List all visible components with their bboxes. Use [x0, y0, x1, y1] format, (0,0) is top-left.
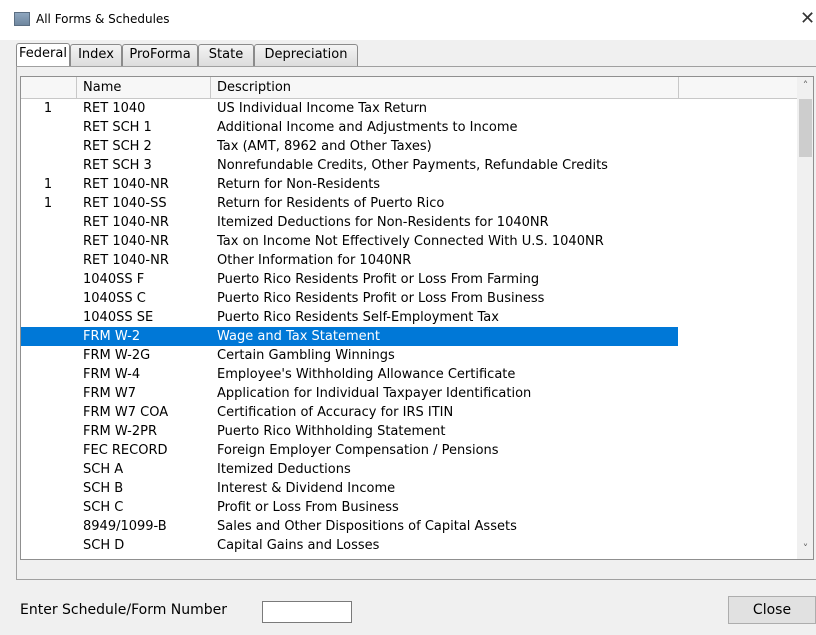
row-name-cell: SCH D: [83, 538, 125, 553]
row-description-cell: Itemized Deductions: [217, 462, 351, 477]
form-number-input[interactable]: [262, 601, 352, 623]
row-name-cell: RET SCH 2: [83, 139, 152, 154]
row-name-cell: FRM W-2: [83, 329, 141, 344]
table-row[interactable]: RET SCH 2 Tax (AMT, 8962 and Other Taxes): [21, 137, 678, 156]
row-description-cell: Puerto Rico Residents Self-Employment Ta…: [217, 310, 499, 325]
table-row[interactable]: 1040SS SE Puerto Rico Residents Self-Empl…: [21, 308, 678, 327]
window-title: All Forms & Schedules: [36, 12, 170, 26]
vertical-scrollbar[interactable]: ˄ ˅: [797, 77, 813, 559]
row-description-cell: Nonrefundable Credits, Other Payments, R…: [217, 158, 608, 173]
row-number-cell: 1: [43, 196, 53, 211]
row-description-cell: US Individual Income Tax Return: [217, 101, 428, 116]
row-name-cell: FRM W7 COA: [83, 405, 169, 420]
row-name-cell: RET 1040-NR: [83, 215, 169, 230]
tab-index[interactable]: Index: [70, 44, 122, 66]
tab-state[interactable]: State: [198, 44, 254, 66]
table-row[interactable]: RET 1040-NR Other Information for 1040NR: [21, 251, 678, 270]
row-name-cell: FEC RECORD: [83, 443, 168, 458]
title-bar: All Forms & Schedules ✕: [0, 0, 816, 40]
row-name-cell: RET 1040-NR: [83, 177, 169, 192]
row-description-cell: Employee's Withholding Allowance Certifi…: [217, 367, 516, 382]
tab-depreciation[interactable]: Depreciation: [254, 44, 358, 66]
row-name-cell: SCH C: [83, 500, 124, 515]
table-header: Name Description: [21, 77, 797, 99]
row-description-cell: Additional Income and Adjustments to Inc…: [217, 120, 518, 135]
table-row[interactable]: 1040SS F Puerto Rico Residents Profit or …: [21, 270, 678, 289]
table-row[interactable]: RET SCH 1 Additional Income and Adjustmen…: [21, 118, 678, 137]
row-name-cell: RET 1040-SS: [83, 196, 167, 211]
table-row[interactable]: RET 1040-NR Itemized Deductions for Non-R…: [21, 213, 678, 232]
row-description-cell: Wage and Tax Statement: [217, 329, 380, 344]
row-name-cell: FRM W-2G: [83, 348, 151, 363]
table-body: 1 RET 1040 US Individual Income Tax Return…: [21, 99, 797, 555]
table-row[interactable]: 8949/1099-B Sales and Other Dispositions …: [21, 517, 678, 536]
table-row[interactable]: FRM W-2G Certain Gambling Winnings: [21, 346, 678, 365]
scroll-up-icon[interactable]: ˄: [797, 77, 813, 94]
row-name-cell: RET SCH 1: [83, 120, 152, 135]
app-window-icon: [14, 12, 30, 26]
tab-federal[interactable]: Federal: [16, 43, 70, 67]
forms-table: Name Description 1 RET 1040 US Individual …: [20, 76, 814, 560]
table-row[interactable]: SCH C Profit or Loss From Business: [21, 498, 678, 517]
table-row[interactable]: SCH D Capital Gains and Losses: [21, 536, 678, 555]
tab-proforma[interactable]: ProForma: [122, 44, 198, 66]
row-name-cell: 1040SS SE: [83, 310, 154, 325]
table-row[interactable]: FRM W-2 Wage and Tax Statement: [21, 327, 678, 346]
table-row[interactable]: SCH A Itemized Deductions: [21, 460, 678, 479]
table-row[interactable]: 1 RET 1040-NR Return for Non-Residents: [21, 175, 678, 194]
row-description-cell: Puerto Rico Withholding Statement: [217, 424, 446, 439]
table-row[interactable]: 1040SS C Puerto Rico Residents Profit or …: [21, 289, 678, 308]
scrollbar-thumb[interactable]: [799, 99, 812, 157]
row-description-cell: Application for Individual Taxpayer Iden…: [217, 386, 532, 401]
row-name-cell: FRM W-2PR: [83, 424, 158, 439]
row-description-cell: Itemized Deductions for Non-Residents fo…: [217, 215, 549, 230]
row-description-cell: Interest & Dividend Income: [217, 481, 396, 496]
table-row[interactable]: RET 1040-NR Tax on Income Not Effectively…: [21, 232, 678, 251]
table-row[interactable]: FRM W7 COA Certification of Accuracy for …: [21, 403, 678, 422]
scroll-down-icon[interactable]: ˅: [797, 540, 813, 557]
row-description-cell: Return for Non-Residents: [217, 177, 381, 192]
row-description-cell: Puerto Rico Residents Profit or Loss Fro…: [217, 291, 545, 306]
row-description-cell: Capital Gains and Losses: [217, 538, 380, 553]
row-description-cell: Certain Gambling Winnings: [217, 348, 395, 363]
table-row[interactable]: FEC RECORD Foreign Employer Compensation …: [21, 441, 678, 460]
row-description-cell: Return for Residents of Puerto Rico: [217, 196, 445, 211]
row-name-cell: 8949/1099-B: [83, 519, 167, 534]
table-row[interactable]: FRM W7 Application for Individual Taxpaye…: [21, 384, 678, 403]
row-name-cell: FRM W7: [83, 386, 136, 401]
table-row[interactable]: 1 RET 1040-SS Return for Residents of Puer…: [21, 194, 678, 213]
column-header-filler: [679, 77, 797, 98]
row-description-cell: Foreign Employer Compensation / Pensions: [217, 443, 499, 458]
table-row[interactable]: FRM W-4 Employee's Withholding Allowance …: [21, 365, 678, 384]
row-description-cell: Sales and Other Dispositions of Capital …: [217, 519, 517, 534]
row-description-cell: Profit or Loss From Business: [217, 500, 399, 515]
row-name-cell: 1040SS F: [83, 272, 145, 287]
row-number-cell: 1: [43, 101, 53, 116]
table-row[interactable]: 1 RET 1040 US Individual Income Tax Return: [21, 99, 678, 118]
row-description-cell: Tax on Income Not Effectively Connected …: [217, 234, 604, 249]
row-name-cell: RET 1040-NR: [83, 234, 169, 249]
row-number-cell: 1: [43, 177, 53, 192]
column-header-name[interactable]: Name: [77, 77, 211, 98]
row-description-cell: Other Information for 1040NR: [217, 253, 412, 268]
table-row[interactable]: RET SCH 3 Nonrefundable Credits, Other Pa…: [21, 156, 678, 175]
row-description-cell: Tax (AMT, 8962 and Other Taxes): [217, 139, 432, 154]
form-number-label: Enter Schedule/Form Number: [20, 602, 228, 618]
column-header-description[interactable]: Description: [211, 77, 679, 98]
window-close-icon[interactable]: ✕: [800, 8, 816, 30]
row-description-cell: Puerto Rico Residents Profit or Loss Fro…: [217, 272, 540, 287]
table-row[interactable]: FRM W-2PR Puerto Rico Withholding Stateme…: [21, 422, 678, 441]
row-name-cell: RET 1040: [83, 101, 146, 116]
row-name-cell: RET 1040-NR: [83, 253, 169, 268]
column-header-number[interactable]: [21, 77, 77, 98]
row-name-cell: 1040SS C: [83, 291, 146, 306]
row-name-cell: FRM W-4: [83, 367, 141, 382]
row-name-cell: RET SCH 3: [83, 158, 152, 173]
row-name-cell: SCH B: [83, 481, 124, 496]
row-description-cell: Certification of Accuracy for IRS ITIN: [217, 405, 454, 420]
table-row[interactable]: SCH B Interest & Dividend Income: [21, 479, 678, 498]
close-button[interactable]: Close: [728, 596, 816, 624]
row-name-cell: SCH A: [83, 462, 124, 477]
